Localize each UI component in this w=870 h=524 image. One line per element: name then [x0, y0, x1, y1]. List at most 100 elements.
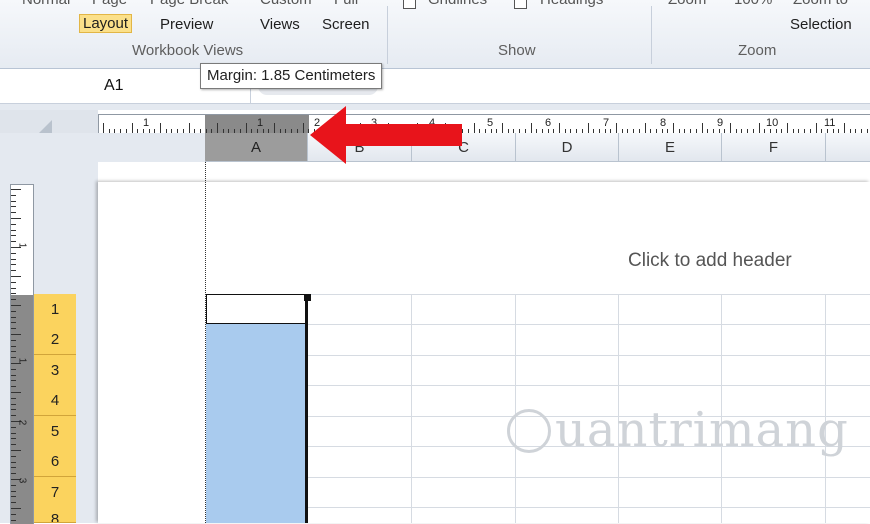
ruler-number: 1 [16, 242, 28, 249]
ruler-tick [11, 189, 21, 190]
row-header-8[interactable]: 8 [34, 507, 76, 523]
ruler-tick [11, 450, 21, 451]
ruler-tick [11, 206, 16, 208]
ruler-tick [11, 380, 16, 382]
column-header-f[interactable]: F [722, 133, 826, 162]
headings-label: Headings [540, 0, 603, 8]
zoom-to-selection-top-label: Zoom to [793, 0, 848, 8]
formula-bar: A1 [0, 69, 870, 104]
group-separator [651, 6, 652, 64]
active-cell-a1[interactable] [206, 294, 306, 324]
gridlines-checkbox[interactable] [403, 0, 416, 9]
ruler-tick [11, 397, 16, 399]
ruler-tick [11, 339, 16, 341]
ruler-tick [11, 241, 16, 243]
ruler-number: 5 [487, 117, 494, 129]
margin-tooltip: Margin: 1.85 Centimeters [200, 63, 383, 89]
full-screen-top-label: Full [334, 0, 358, 8]
grid-column-line [515, 294, 516, 523]
zoom-to-selection-button[interactable]: Selection [790, 16, 852, 33]
fill-handle[interactable] [304, 294, 311, 301]
group-label-show: Show [498, 42, 536, 59]
group-label-workbook-views: Workbook Views [132, 42, 244, 59]
row-header-1[interactable]: 1 [34, 294, 76, 325]
watermark-logo: uantrimang [555, 402, 849, 458]
ruler-tick [11, 403, 16, 405]
row-header-3[interactable]: 3 [34, 355, 76, 386]
ruler-tick [11, 415, 16, 417]
ruler-tick [11, 252, 16, 254]
ruler-number: 2 [16, 419, 28, 426]
column-header-e[interactable]: E [619, 133, 722, 162]
ruler-tick [11, 374, 16, 376]
ruler-number: 1 [257, 117, 264, 129]
ruler-tick [11, 264, 16, 266]
name-box-value: A1 [104, 77, 124, 94]
horizontal-ruler[interactable]: 1 1 2 3 4 5 6 7 8 9 10 11 [98, 114, 870, 134]
page-break-button[interactable]: Page Break [150, 0, 228, 8]
ruler-tick [11, 223, 16, 225]
column-header-a[interactable]: A [205, 133, 308, 162]
ruler-tick [11, 287, 16, 289]
ruler-tick [11, 351, 16, 353]
ruler-tick [11, 496, 16, 498]
ruler-tick [11, 444, 16, 446]
ruler-tick [11, 322, 16, 324]
ruler-tick [11, 490, 16, 492]
ruler-number: 9 [717, 117, 724, 129]
ruler-tick [11, 386, 16, 388]
column-header-d[interactable]: D [516, 133, 619, 162]
ruler-tick [11, 310, 16, 312]
row-header-6[interactable]: 6 [34, 446, 76, 477]
column-header-g[interactable] [826, 133, 870, 162]
normal-view-button[interactable]: Normal [22, 0, 70, 8]
page-layout-top-label: Page [92, 0, 127, 8]
red-arrow-icon [310, 106, 462, 164]
ruler-tick [11, 508, 21, 509]
ruler-tick [11, 345, 16, 347]
grid-column-line [411, 294, 412, 523]
ruler-tick [701, 123, 703, 133]
selection-border [305, 296, 308, 523]
ruler-tick [11, 293, 16, 295]
zoom-100-button[interactable]: 100% [734, 0, 772, 8]
row-header-5[interactable]: 5 [34, 416, 76, 447]
ruler-tick [11, 270, 16, 272]
ruler-tick [11, 218, 21, 219]
ruler-tick [844, 123, 845, 133]
ruler-number: 1 [16, 357, 28, 364]
ruler-tick [644, 123, 646, 133]
headings-checkbox[interactable] [514, 0, 527, 9]
ruler-tick [530, 123, 532, 133]
ruler-tick [11, 513, 16, 515]
zoom-button[interactable]: Zoom [668, 0, 706, 8]
selected-range[interactable] [206, 324, 306, 523]
ruler-tick [673, 123, 674, 133]
custom-views-button[interactable]: Views [260, 16, 300, 33]
ruler-tick [11, 519, 16, 521]
ruler-tick [502, 123, 503, 133]
ruler-tick [787, 123, 788, 133]
group-separator [387, 6, 388, 64]
row-header-7[interactable]: 7 [34, 477, 76, 508]
ruler-tick [11, 473, 16, 475]
column-header-gutter [0, 133, 205, 162]
ruler-tick [11, 235, 16, 237]
ruler-number: 11 [824, 117, 836, 129]
ruler-number: 10 [766, 117, 779, 129]
ruler-tick [11, 502, 16, 504]
vertical-ruler[interactable]: 1 1 2 3 [10, 184, 34, 524]
lightbulb-icon [507, 409, 551, 453]
ruler-tick [245, 123, 247, 133]
row-header-4[interactable]: 4 [34, 385, 76, 416]
ruler-number: 8 [660, 117, 667, 129]
row-header-2[interactable]: 2 [34, 324, 76, 355]
ruler-tick [11, 455, 16, 457]
header-placeholder[interactable]: Click to add header [628, 250, 792, 272]
page-layout-button[interactable]: Layout [79, 14, 133, 33]
ruler-tick [11, 299, 16, 301]
ruler-number: 3 [16, 477, 28, 484]
ruler-tick [11, 276, 21, 277]
full-screen-button[interactable]: Screen [322, 16, 370, 33]
ruler-tick [103, 123, 104, 133]
